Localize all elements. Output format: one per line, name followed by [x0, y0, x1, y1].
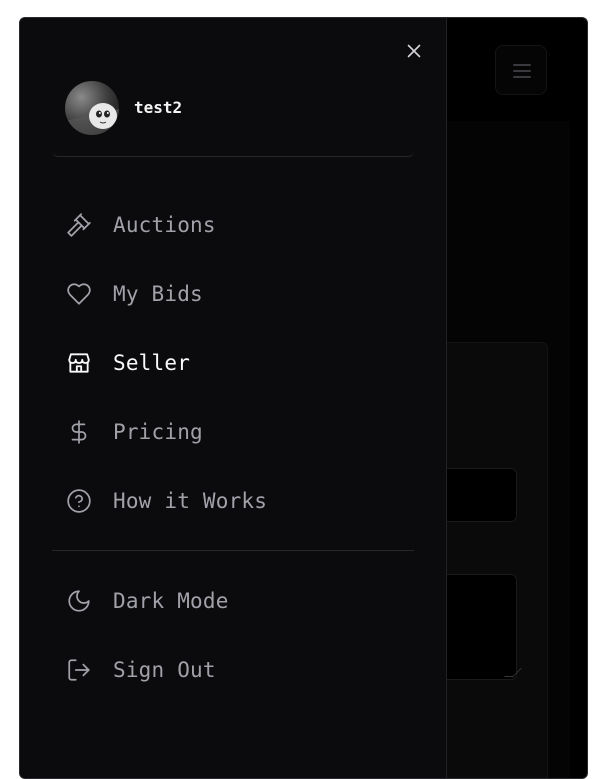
- user-profile[interactable]: test2: [52, 74, 414, 157]
- sign-out-label: Sign Out: [113, 657, 216, 682]
- heart-icon: [65, 280, 93, 308]
- sign-out-icon: [65, 656, 93, 684]
- background-input[interactable]: [440, 468, 517, 522]
- nav-item-label: My Bids: [113, 281, 203, 306]
- main-nav: Auctions My Bids Seller Pricing How it W…: [52, 190, 414, 535]
- sign-out-button[interactable]: Sign Out: [52, 635, 414, 704]
- username: test2: [134, 98, 183, 117]
- app-window: test2 Auctions My Bids Seller Pricing Ho…: [19, 17, 588, 779]
- menu-button[interactable]: [495, 45, 547, 95]
- divider: [52, 550, 414, 551]
- avatar: [65, 81, 119, 135]
- settings-nav: Dark Mode Sign Out: [52, 566, 414, 704]
- dollar-icon: [65, 418, 93, 446]
- nav-item-label: Auctions: [113, 212, 216, 237]
- background-textarea[interactable]: [440, 574, 517, 680]
- gavel-icon: [65, 211, 93, 239]
- store-icon: [65, 349, 93, 377]
- nav-item-my-bids[interactable]: My Bids: [52, 259, 414, 328]
- nav-item-label: Seller: [113, 350, 191, 375]
- nav-item-label: Pricing: [113, 419, 203, 444]
- dark-mode-toggle[interactable]: Dark Mode: [52, 566, 414, 635]
- moon-icon: [65, 587, 93, 615]
- background-card: [440, 342, 548, 778]
- menu-icon-bar: [513, 76, 531, 78]
- dark-mode-label: Dark Mode: [113, 588, 229, 613]
- nav-item-auctions[interactable]: Auctions: [52, 190, 414, 259]
- nav-item-how-it-works[interactable]: How it Works: [52, 466, 414, 535]
- nav-drawer: test2 Auctions My Bids Seller Pricing Ho…: [20, 18, 447, 778]
- nav-item-label: How it Works: [113, 488, 268, 513]
- nav-item-seller[interactable]: Seller: [52, 328, 414, 397]
- close-icon: [407, 44, 421, 58]
- menu-icon-bar: [513, 70, 531, 72]
- menu-icon-bar: [513, 64, 531, 66]
- avatar-image: [65, 81, 119, 135]
- close-button[interactable]: [402, 39, 426, 63]
- nav-item-pricing[interactable]: Pricing: [52, 397, 414, 466]
- help-circle-icon: [65, 487, 93, 515]
